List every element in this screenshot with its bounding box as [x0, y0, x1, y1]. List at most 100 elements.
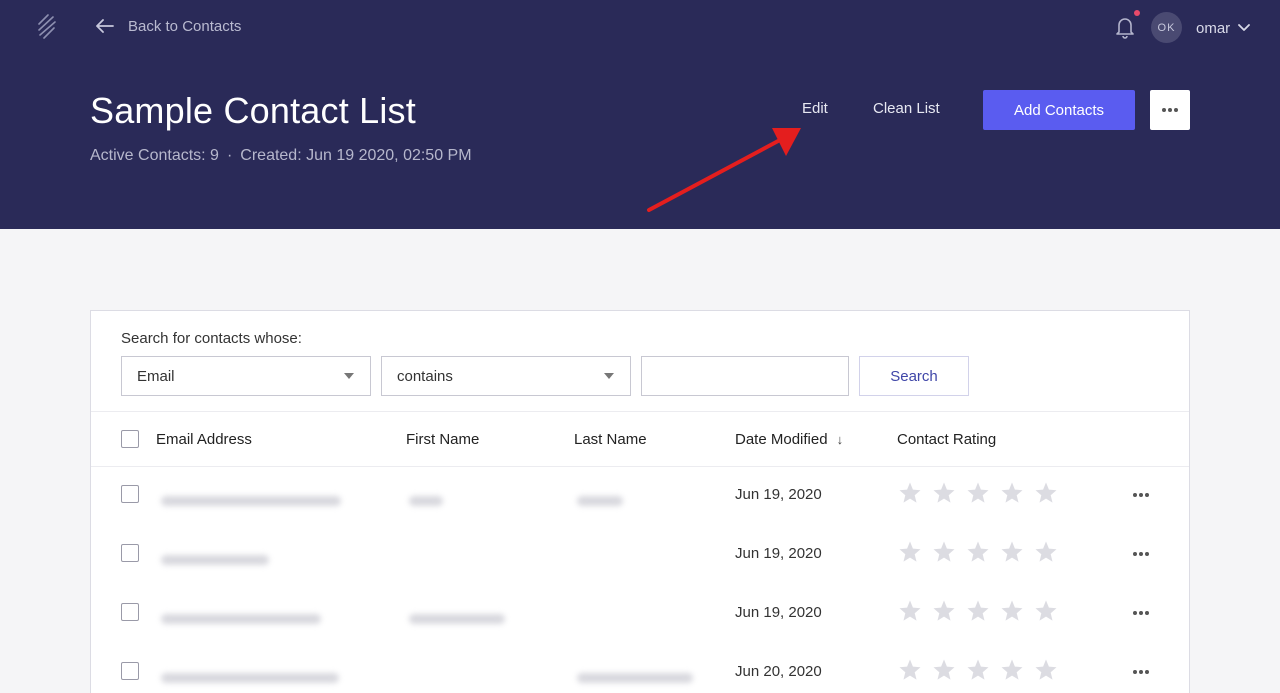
search-operator-select[interactable]: contains	[381, 356, 631, 396]
date-modified-cell: Jun 19, 2020	[735, 486, 822, 503]
row-checkbox[interactable]	[121, 662, 139, 680]
dot	[1132, 552, 1137, 556]
redacted-text	[409, 614, 505, 624]
star-icon[interactable]	[966, 481, 990, 505]
table-row[interactable]: Jun 20, 2020	[91, 644, 1189, 693]
redacted-text	[161, 673, 339, 683]
dot	[1174, 108, 1179, 112]
date-modified-cell: Jun 19, 2020	[735, 545, 822, 562]
caret-down-icon	[344, 373, 354, 379]
star-icon[interactable]	[1034, 658, 1058, 682]
row-checkbox[interactable]	[121, 603, 139, 621]
meta-separator: ·	[226, 147, 233, 164]
table-row[interactable]: Jun 19, 2020	[91, 585, 1189, 644]
created-date: Created: Jun 19 2020, 02:50 PM	[240, 147, 472, 164]
star-icon[interactable]	[966, 599, 990, 623]
date-modified-cell: Jun 19, 2020	[735, 604, 822, 621]
list-meta: Active Contacts: 9 · Created: Jun 19 202…	[90, 147, 472, 165]
dot	[1132, 611, 1137, 615]
column-email[interactable]: Email Address	[156, 431, 252, 448]
column-contact-rating[interactable]: Contact Rating	[897, 431, 996, 448]
user-avatar[interactable]: OK	[1151, 12, 1182, 43]
row-actions-button[interactable]	[1129, 667, 1153, 677]
dot	[1132, 493, 1137, 497]
column-date-modified-label: Date Modified	[735, 431, 828, 448]
user-menu[interactable]: omar	[1196, 17, 1251, 39]
redacted-text	[577, 496, 623, 506]
dot	[1132, 670, 1137, 674]
back-to-contacts-link[interactable]: Back to Contacts	[96, 16, 241, 36]
star-icon[interactable]	[966, 540, 990, 564]
star-icon[interactable]	[932, 481, 956, 505]
star-icon[interactable]	[932, 540, 956, 564]
star-icon[interactable]	[1034, 540, 1058, 564]
back-link-label: Back to Contacts	[128, 17, 242, 35]
dot	[1145, 670, 1150, 674]
column-last-name[interactable]: Last Name	[574, 431, 647, 448]
contact-rating-stars[interactable]	[898, 481, 1058, 505]
redacted-text	[161, 496, 341, 506]
notification-dot	[1134, 10, 1140, 16]
dot	[1139, 493, 1143, 497]
add-contacts-button[interactable]: Add Contacts	[983, 90, 1135, 130]
star-icon[interactable]	[898, 599, 922, 623]
arrow-left-icon	[96, 19, 114, 33]
search-input[interactable]	[641, 356, 849, 396]
star-icon[interactable]	[1034, 599, 1058, 623]
select-all-checkbox[interactable]	[121, 430, 139, 448]
page-title: Sample Contact List	[90, 90, 416, 131]
redacted-text	[409, 496, 443, 506]
date-modified-cell: Jun 20, 2020	[735, 663, 822, 680]
row-checkbox[interactable]	[121, 544, 139, 562]
redacted-text	[161, 614, 321, 624]
star-icon[interactable]	[898, 658, 922, 682]
contacts-card: Search for contacts whose: Email contain…	[90, 310, 1190, 693]
search-operator-value: contains	[397, 367, 453, 385]
contact-rating-stars[interactable]	[898, 540, 1058, 564]
star-icon[interactable]	[1000, 658, 1024, 682]
redacted-text	[577, 673, 693, 683]
star-icon[interactable]	[932, 599, 956, 623]
sort-down-icon: ↓	[836, 432, 844, 447]
contact-rating-stars[interactable]	[898, 599, 1058, 623]
star-icon[interactable]	[1000, 540, 1024, 564]
dot	[1139, 552, 1143, 556]
clean-list-button[interactable]: Clean List	[873, 100, 940, 117]
star-icon[interactable]	[966, 658, 990, 682]
table-header: Email Address First Name Last Name Date …	[91, 411, 1189, 467]
star-icon[interactable]	[1034, 481, 1058, 505]
annotation-arrow-icon	[647, 128, 801, 212]
column-date-modified[interactable]: Date Modified ↓	[735, 431, 843, 448]
username: omar	[1196, 19, 1231, 37]
row-actions-button[interactable]	[1129, 549, 1153, 559]
notification-bell-icon[interactable]	[1114, 15, 1136, 39]
star-icon[interactable]	[898, 540, 922, 564]
more-options-button[interactable]	[1150, 90, 1190, 130]
star-icon[interactable]	[932, 658, 956, 682]
app-logo-icon[interactable]	[36, 14, 58, 40]
search-button[interactable]: Search	[859, 356, 969, 396]
redacted-text	[161, 555, 269, 565]
search-field-select[interactable]: Email	[121, 356, 371, 396]
row-actions-button[interactable]	[1129, 608, 1153, 618]
dot	[1168, 108, 1172, 112]
search-label: Search for contacts whose:	[121, 330, 302, 347]
table-row[interactable]: Jun 19, 2020	[91, 526, 1189, 585]
dot	[1145, 493, 1150, 497]
star-icon[interactable]	[1000, 599, 1024, 623]
caret-down-icon	[604, 373, 614, 379]
dot	[1145, 611, 1150, 615]
search-field-value: Email	[137, 367, 175, 385]
star-icon[interactable]	[1000, 481, 1024, 505]
chevron-down-icon	[1238, 24, 1251, 31]
edit-button[interactable]: Edit	[802, 100, 828, 117]
row-actions-button[interactable]	[1129, 490, 1153, 500]
dot	[1139, 670, 1143, 674]
star-icon[interactable]	[898, 481, 922, 505]
active-contacts-count: Active Contacts: 9	[90, 147, 219, 164]
dot	[1145, 552, 1150, 556]
contact-rating-stars[interactable]	[898, 658, 1058, 682]
row-checkbox[interactable]	[121, 485, 139, 503]
table-row[interactable]: Jun 19, 2020	[91, 467, 1189, 526]
column-first-name[interactable]: First Name	[406, 431, 479, 448]
